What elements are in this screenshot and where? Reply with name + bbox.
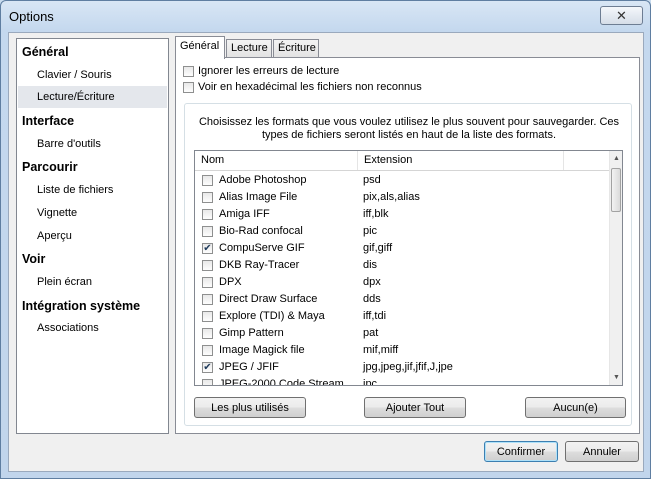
format-row[interactable]: Bio-Rad confocal pic xyxy=(195,223,609,240)
format-extension: iff,tdi xyxy=(363,310,387,322)
format-name: JPEG-2000 Code Stream xyxy=(219,378,344,386)
format-checkbox[interactable] xyxy=(202,209,213,220)
format-checkbox[interactable] xyxy=(202,260,213,271)
tab-general[interactable]: Général xyxy=(175,36,225,59)
vertical-scrollbar[interactable]: ▲ ▼ xyxy=(609,151,622,385)
format-extension: pic xyxy=(363,225,378,237)
format-extension: psd xyxy=(363,174,381,186)
format-row[interactable]: JPEG-2000 Code Stream jpc xyxy=(195,376,609,386)
format-row[interactable]: ✔ CompuServe GIF gif,giff xyxy=(195,240,609,257)
format-row[interactable]: Explore (TDI) & Maya iff,tdi xyxy=(195,308,609,325)
format-checkbox[interactable] xyxy=(202,192,213,203)
sidebar-section-general[interactable]: Général xyxy=(22,45,69,59)
format-extension: jpc xyxy=(363,378,378,386)
close-button[interactable]: ✕ xyxy=(600,6,643,25)
format-extension: mif,miff xyxy=(363,344,399,356)
format-checkbox[interactable] xyxy=(202,345,213,356)
format-name: Explore (TDI) & Maya xyxy=(219,310,325,322)
formats-list: Nom Extension Adobe Photoshop psd Alias Im… xyxy=(194,150,623,386)
checkbox-label: Voir en hexadécimal les fichiers non rec… xyxy=(198,81,422,93)
format-checkbox[interactable] xyxy=(202,226,213,237)
format-checkbox[interactable] xyxy=(202,175,213,186)
ignore-read-errors-checkbox[interactable]: Ignorer les erreurs de lecture xyxy=(183,65,339,77)
format-name: Bio-Rad confocal xyxy=(219,225,303,237)
format-extension: jpg,jpeg,jif,jfif,J,jpe xyxy=(363,361,453,373)
format-extension: iff,blk xyxy=(363,208,389,220)
checkbox-box xyxy=(183,81,194,93)
window-title: Options xyxy=(9,9,54,24)
format-checkbox[interactable] xyxy=(202,311,213,322)
sidebar-item-read-write[interactable]: Lecture/Écriture xyxy=(18,86,167,108)
sidebar-item-keyboard-mouse[interactable]: Clavier / Souris xyxy=(37,69,112,81)
sidebar-section-browse[interactable]: Parcourir xyxy=(22,160,78,174)
format-name: DPX xyxy=(219,276,242,288)
format-checkbox[interactable]: ✔ xyxy=(202,243,213,254)
formats-group: Choisissez les formats que vous voulez u… xyxy=(184,103,632,426)
column-header-name[interactable]: Nom xyxy=(195,151,358,170)
tab-panel-general: Ignorer les erreurs de lecture Voir en h… xyxy=(175,57,640,434)
confirm-button[interactable]: Confirmer xyxy=(484,441,558,462)
format-name: Direct Draw Surface xyxy=(219,293,318,305)
format-extension: dis xyxy=(363,259,378,271)
format-name: JPEG / JFIF xyxy=(219,361,279,373)
sidebar-item-preview[interactable]: Aperçu xyxy=(37,230,72,242)
options-dialog: Options ✕ Général Clavier / Souris Lectu… xyxy=(0,0,651,479)
checkbox-label: Ignorer les erreurs de lecture xyxy=(198,65,340,77)
tab-write[interactable]: Écriture xyxy=(273,39,319,57)
none-button[interactable]: Aucun(e) xyxy=(525,397,626,418)
checkbox-box xyxy=(183,65,194,77)
format-extension: pat xyxy=(363,327,379,339)
cancel-button[interactable]: Annuler xyxy=(565,441,639,462)
sidebar-item-toolbar[interactable]: Barre d'outils xyxy=(37,138,101,150)
sidebar-section-system-integration[interactable]: Intégration système xyxy=(22,299,140,313)
sidebar-section-interface[interactable]: Interface xyxy=(22,114,74,128)
hex-view-checkbox[interactable]: Voir en hexadécimal les fichiers non rec… xyxy=(183,81,422,93)
format-name: Gimp Pattern xyxy=(219,327,284,339)
format-name: CompuServe GIF xyxy=(219,242,305,254)
format-name: Amiga IFF xyxy=(219,208,270,220)
format-row[interactable]: Direct Draw Surface dds xyxy=(195,291,609,308)
format-checkbox[interactable] xyxy=(202,379,213,385)
check-icon: ✔ xyxy=(203,243,212,254)
format-name: Alias Image File xyxy=(219,191,298,203)
column-header-extension[interactable]: Extension xyxy=(358,151,564,170)
format-row[interactable]: Adobe Photoshop psd xyxy=(195,172,609,189)
format-name: DKB Ray-Tracer xyxy=(219,259,300,271)
format-checkbox[interactable] xyxy=(202,328,213,339)
sidebar-item-thumbnail[interactable]: Vignette xyxy=(37,207,77,219)
add-all-button[interactable]: Ajouter Tout xyxy=(364,397,466,418)
sidebar: Général Clavier / Souris Lecture/Écritur… xyxy=(16,38,169,434)
format-row[interactable]: Alias Image File pix,als,alias xyxy=(195,189,609,206)
formats-description: Choisissez les formats que vous voulez u… xyxy=(198,116,620,141)
format-checkbox[interactable] xyxy=(202,294,213,305)
list-header: Nom Extension xyxy=(195,151,609,171)
format-row[interactable]: Amiga IFF iff,blk xyxy=(195,206,609,223)
format-row[interactable]: DKB Ray-Tracer dis xyxy=(195,257,609,274)
sidebar-item-associations[interactable]: Associations xyxy=(37,322,99,334)
format-extension: dds xyxy=(363,293,381,305)
sidebar-section-view[interactable]: Voir xyxy=(22,252,45,266)
format-row[interactable]: Image Magick file mif,miff xyxy=(195,342,609,359)
format-checkbox[interactable]: ✔ xyxy=(202,362,213,373)
scroll-up-icon[interactable]: ▲ xyxy=(610,151,622,166)
check-icon: ✔ xyxy=(203,362,212,373)
format-extension: pix,als,alias xyxy=(363,191,420,203)
format-row[interactable]: DPX dpx xyxy=(195,274,609,291)
format-row[interactable]: ✔ JPEG / JFIF jpg,jpeg,jif,jfif,J,jpe xyxy=(195,359,609,376)
dialog-body: Général Clavier / Souris Lecture/Écritur… xyxy=(8,32,644,472)
format-name: Adobe Photoshop xyxy=(219,174,307,186)
format-name: Image Magick file xyxy=(219,344,305,356)
scroll-thumb[interactable] xyxy=(611,168,621,212)
format-extension: dpx xyxy=(363,276,381,288)
sidebar-item-file-list[interactable]: Liste de fichiers xyxy=(37,184,113,196)
format-row[interactable]: Gimp Pattern pat xyxy=(195,325,609,342)
scroll-down-icon[interactable]: ▼ xyxy=(610,370,622,385)
tab-read[interactable]: Lecture xyxy=(226,39,272,57)
close-icon: ✕ xyxy=(616,7,627,23)
format-checkbox[interactable] xyxy=(202,277,213,288)
sidebar-item-fullscreen[interactable]: Plein écran xyxy=(37,276,92,288)
format-extension: gif,giff xyxy=(363,242,393,254)
most-used-button[interactable]: Les plus utilisés xyxy=(194,397,306,418)
title-bar: Options ✕ xyxy=(1,1,650,31)
